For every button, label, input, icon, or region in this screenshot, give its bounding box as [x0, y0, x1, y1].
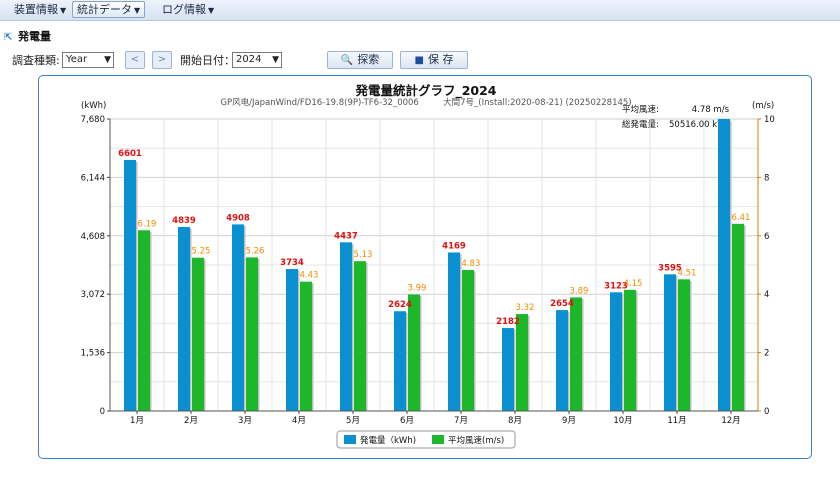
power-data-label: 3734 [280, 258, 304, 268]
x-tick-label: 10月 [613, 416, 632, 426]
power-data-label: 4169 [442, 241, 466, 251]
wind-bar [570, 297, 582, 411]
power-bar [448, 252, 460, 411]
x-tick-label: 7月 [454, 416, 468, 426]
wind-bar [516, 314, 528, 411]
x-tick-label: 12月 [721, 416, 740, 426]
y-right-tick-label: 0 [764, 407, 769, 417]
x-tick-label: 8月 [508, 416, 522, 426]
wind-bar [732, 223, 744, 411]
power-bar [232, 224, 244, 411]
x-tick-label: 11月 [667, 416, 686, 426]
x-tick-label: 9月 [562, 416, 576, 426]
wind-data-label: 5.26 [246, 246, 265, 256]
x-tick-label: 6月 [400, 416, 414, 426]
power-bar [124, 160, 136, 411]
wind-bar [354, 261, 366, 411]
total-power-label: 総発電量: [622, 119, 659, 130]
power-bar [394, 311, 406, 411]
wind-data-label: 4.43 [300, 271, 319, 281]
power-data-label: 4839 [172, 216, 196, 226]
wind-data-label: 6.41 [732, 213, 751, 223]
power-bar [178, 227, 190, 411]
wind-data-label: 3.99 [408, 283, 427, 293]
y-right-tick-label: 2 [764, 349, 769, 359]
power-data-label: 2624 [388, 300, 412, 310]
power-bar [502, 328, 514, 411]
y-right-tick-label: 8 [764, 173, 769, 183]
legend-swatch-wind [432, 435, 444, 444]
power-bar [664, 274, 676, 411]
wind-bar [462, 269, 474, 411]
wind-bar [300, 281, 312, 411]
y-right-label: (m/s) [752, 101, 774, 111]
y-left-label: (kWh) [81, 101, 106, 111]
power-bar [556, 310, 568, 411]
y-left-tick-label: 6,144 [81, 173, 105, 183]
wind-data-label: 3.89 [570, 286, 589, 296]
wind-bar [246, 257, 258, 411]
wind-data-label: 3.32 [516, 303, 535, 313]
wind-data-label: 5.25 [192, 247, 211, 257]
y-left-tick-label: 7,680 [81, 115, 105, 125]
wind-bar [138, 230, 150, 411]
legend-swatch-power [344, 435, 356, 444]
power-data-label: 2654 [550, 299, 574, 309]
wind-data-label: 6.19 [138, 219, 157, 229]
legend-label-power: 発電量（kWh) [360, 435, 416, 446]
x-tick-label: 5月 [346, 416, 360, 426]
legend-label-wind: 平均風速(m/s) [448, 435, 504, 446]
power-data-label: 6601 [118, 149, 142, 159]
power-bar [718, 119, 730, 411]
x-tick-label: 1月 [130, 416, 144, 426]
wind-bar [624, 289, 636, 411]
y-left-tick-label: 0 [100, 407, 105, 417]
power-bar [340, 242, 352, 411]
avg-wind-label: 平均風速: [622, 104, 659, 115]
avg-wind-value: 4.78 m/s [692, 105, 730, 115]
wind-data-label: 4.15 [624, 279, 643, 289]
wind-bar [678, 279, 690, 411]
wind-data-label: 5.13 [354, 250, 373, 260]
y-left-tick-label: 3,072 [81, 290, 105, 300]
chart-title: 発電量統計グラフ_2024 [354, 83, 496, 99]
y-right-tick-label: 6 [764, 232, 769, 242]
y-left-tick-label: 4,608 [81, 232, 105, 242]
power-data-label: 2182 [496, 317, 520, 327]
chart-subtitle: GP风电/JapanWind/FD16-19.8(9P)-TF6-32_0006… [220, 97, 631, 108]
wind-bar [192, 257, 204, 411]
y-right-tick-label: 4 [764, 290, 769, 300]
wind-data-label: 4.83 [462, 259, 481, 269]
x-tick-label: 2月 [184, 416, 198, 426]
power-data-label: 4908 [226, 213, 250, 223]
power-bar [286, 269, 298, 411]
x-tick-label: 3月 [238, 416, 252, 426]
chart-svg: 発電量統計グラフ_2024 GP风电/JapanWind/FD16-19.8(9… [81, 83, 775, 449]
power-bar [610, 292, 622, 411]
y-left-tick-label: 1,536 [81, 349, 105, 359]
wind-data-label: 4.51 [678, 268, 697, 278]
wind-bar [408, 294, 420, 411]
y-right-tick-label: 10 [764, 115, 775, 125]
x-tick-label: 4月 [292, 416, 306, 426]
power-data-label: 4437 [334, 231, 358, 241]
